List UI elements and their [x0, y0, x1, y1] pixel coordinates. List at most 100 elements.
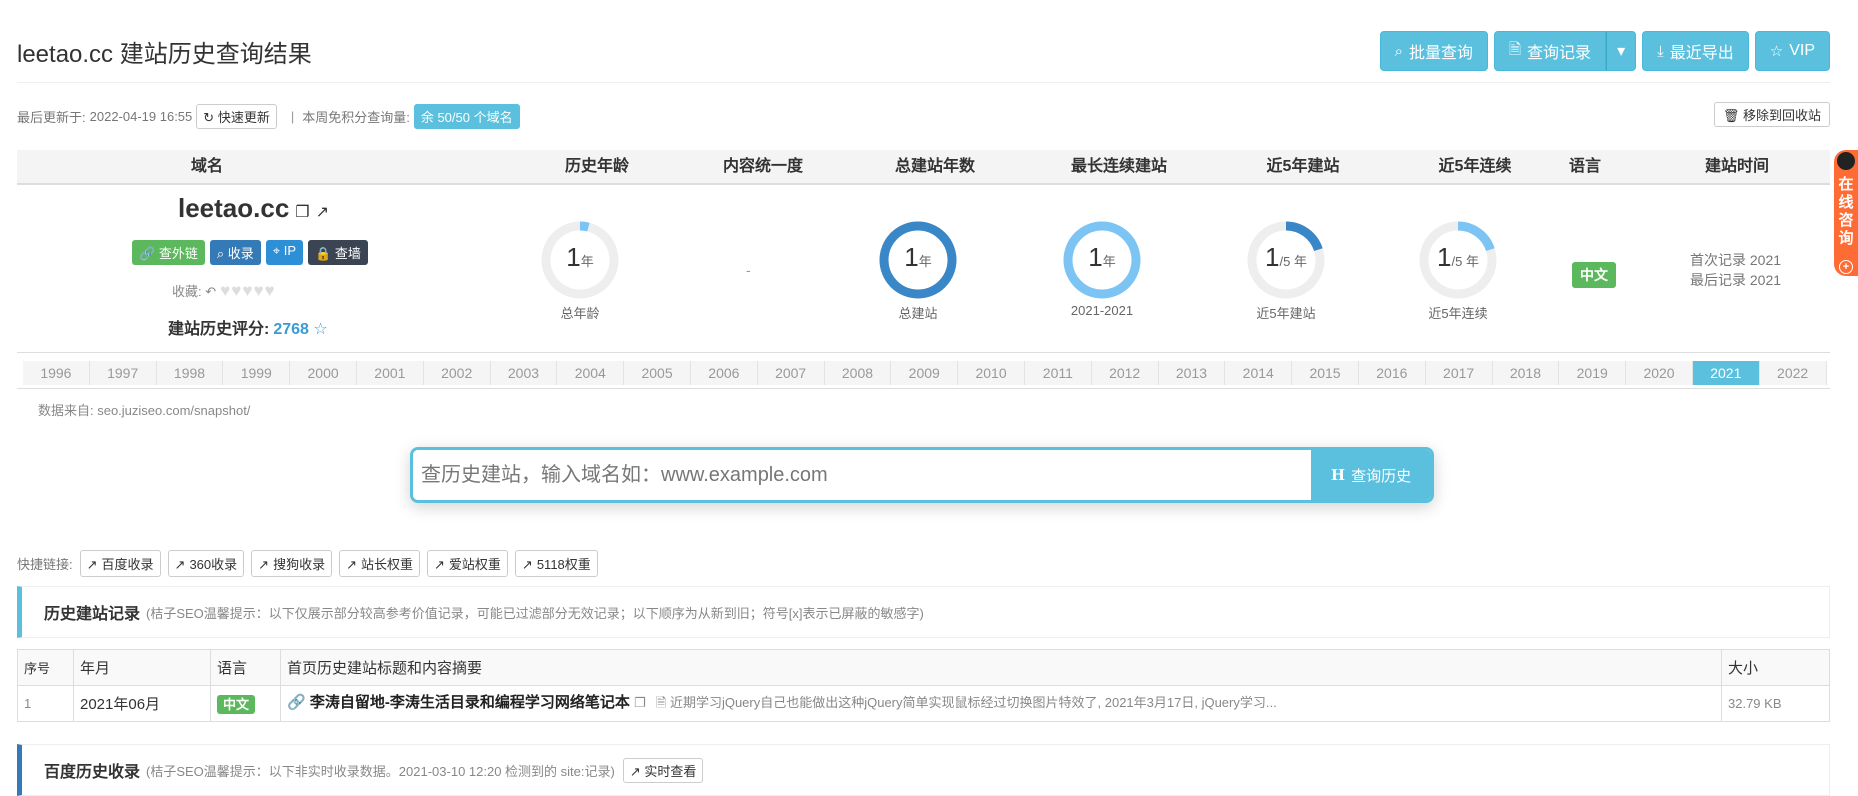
search-icon: ⌕ [1394, 42, 1403, 60]
year-2018[interactable]: 2018 [1492, 361, 1560, 385]
tag-indexed[interactable]: ⌕ 收录 [209, 240, 261, 265]
quick-link-360[interactable]: ↗ 360收录 [167, 550, 245, 577]
external-link-icon: ↗ [521, 557, 533, 572]
year-2002[interactable]: 2002 [423, 361, 491, 385]
header-total-years: 总建站年数 [894, 158, 975, 175]
search-icon: ⌕ [216, 246, 225, 261]
caption-total-years: 总建站 [898, 306, 938, 321]
qq-icon [1837, 152, 1855, 170]
year-1997[interactable]: 1997 [89, 361, 157, 385]
build-time: 首次记录 2021 最后记录 2021 [1690, 250, 1781, 290]
year-2009[interactable]: 2009 [891, 361, 959, 385]
vip-button[interactable]: ☆ VIP [1754, 31, 1830, 71]
query-records-button[interactable]: 🗎 查询记录 [1493, 31, 1607, 71]
year-2011[interactable]: 2011 [1024, 361, 1092, 385]
recycle-button[interactable]: 🗑 移除到回收站 [1713, 102, 1830, 127]
year-2007[interactable]: 2007 [757, 361, 825, 385]
realtime-view-button[interactable]: ↗ 实时查看 [622, 757, 704, 783]
donut-history-age: 1年 [540, 220, 620, 300]
year-2000[interactable]: 2000 [290, 361, 357, 385]
donut-recent5-cont: 1/5 年 [1418, 220, 1498, 300]
domain-search-input[interactable] [413, 450, 1311, 500]
pin-icon: ⌖ [272, 243, 281, 258]
donut-value: 1年 [904, 242, 932, 272]
tag-backlinks[interactable]: 🔗 查外链 [132, 240, 205, 265]
external-link-icon: ↗ [629, 763, 641, 779]
col-month: 年月 [73, 649, 211, 686]
year-2021[interactable]: 2021 [1692, 361, 1760, 385]
recent-export-button[interactable]: ⤓ 最近导出 [1642, 31, 1749, 71]
year-1996[interactable]: 1996 [23, 361, 90, 385]
query-records-group: 🗎 查询记录 ▾ [1493, 31, 1637, 71]
external-link-icon: ↗ [86, 557, 98, 572]
external-link-icon[interactable]: ↗ [316, 204, 329, 221]
year-2019[interactable]: 2019 [1559, 361, 1627, 385]
undo-icon[interactable]: ↶ [205, 284, 216, 299]
caret-down-icon: ▾ [1617, 43, 1626, 60]
year-2020[interactable]: 2020 [1626, 361, 1693, 385]
copy-icon[interactable]: ❐ [295, 204, 309, 221]
download-icon: ⤓ [1657, 42, 1664, 60]
query-history-button[interactable]: H 查询历史 [1311, 450, 1431, 500]
header-longest: 最长连续建站 [1070, 158, 1167, 175]
quick-link-aizhan[interactable]: ↗ 爱站权重 [427, 550, 508, 577]
plus-icon: + [1839, 260, 1853, 274]
star-outline-icon[interactable]: ☆ [313, 321, 327, 338]
score-value: 2768 [273, 321, 309, 338]
year-2004[interactable]: 2004 [557, 361, 625, 385]
year-2016[interactable]: 2016 [1358, 361, 1426, 385]
row-title[interactable]: 李涛自留地-李涛生活目录和编程学习网络笔记本 [310, 694, 630, 711]
donut-value: 1/5 年 [1437, 242, 1479, 272]
header-recent5: 近5年建站 [1266, 158, 1340, 175]
quick-link-baidu[interactable]: ↗ 百度收录 [79, 550, 161, 577]
trash-icon: 🗑 [1722, 108, 1740, 123]
quick-link-sogou[interactable]: ↗ 搜狗收录 [251, 550, 333, 577]
tag-wall[interactable]: 🔒 查墙 [308, 240, 368, 265]
quick-link-zhanzhang[interactable]: ↗ 站长权重 [339, 550, 420, 577]
header-recent5-cont: 近5年连续 [1438, 158, 1512, 175]
link-icon: 🔗 [287, 694, 306, 711]
lock-icon: 🔒 [315, 246, 332, 261]
page-title: leetao.cc 建站历史查询结果 [17, 41, 312, 68]
year-2010[interactable]: 2010 [958, 361, 1025, 385]
year-2005[interactable]: 2005 [624, 361, 691, 385]
query-records-dropdown[interactable]: ▾ [1606, 31, 1637, 71]
year-2008[interactable]: 2008 [824, 361, 892, 385]
row-index: 1 [17, 685, 74, 722]
year-2006[interactable]: 2006 [690, 361, 758, 385]
year-2012[interactable]: 2012 [1091, 361, 1159, 385]
separator: | [290, 109, 295, 124]
online-consult-widget[interactable]: 在线咨询 + [1834, 150, 1858, 276]
link-icon: 🔗 [139, 246, 156, 261]
year-2001[interactable]: 2001 [356, 361, 424, 385]
year-1998[interactable]: 1998 [156, 361, 224, 385]
year-timeline: 1996 1997 1998 1999 2000 2001 2002 2003 2004 2005… [23, 361, 1827, 385]
year-2017[interactable]: 2017 [1425, 361, 1493, 385]
year-2013[interactable]: 2013 [1158, 361, 1226, 385]
year-1999[interactable]: 1999 [223, 361, 291, 385]
batch-query-button[interactable]: ⌕ 批量查询 [1379, 31, 1488, 71]
tag-ip[interactable]: ⌖ IP [265, 240, 303, 265]
year-2022[interactable]: 2022 [1759, 361, 1827, 385]
donut-value: 1年 [1088, 242, 1116, 272]
col-lang: 语言 [210, 649, 281, 686]
col-index: 序号 [17, 649, 74, 686]
donut-total-years: 1年 [878, 220, 958, 300]
language-badge: 中文 [1572, 262, 1616, 288]
quick-link-5118[interactable]: ↗ 5118权重 [514, 550, 598, 577]
meta-bar: 最后更新于: 2022-04-19 16:55 ↻ 快速更新 | 本周免积分查询… [17, 104, 520, 129]
year-2003[interactable]: 2003 [490, 361, 558, 385]
year-2015[interactable]: 2015 [1292, 361, 1359, 385]
quick-update-button[interactable]: ↻ 快速更新 [196, 104, 277, 129]
header-history-age: 历史年龄 [564, 158, 629, 175]
table-header-row: 序号 年月 语言 首页历史建站标题和内容摘要 大小 [17, 649, 1830, 686]
weekly-label: 本周免积分查询量: [302, 110, 410, 125]
quick-links-label: 快捷链接: [17, 557, 73, 572]
row-month: 2021年06月 [73, 685, 211, 722]
quick-links: 快捷链接: ↗ 百度收录 ↗ 360收录 ↗ 搜狗收录 ↗ 站长权重 ↗ 爱站权重 ↗ 51… [17, 550, 598, 577]
year-2014[interactable]: 2014 [1225, 361, 1293, 385]
heart-rating[interactable]: ♥♥♥♥♥ [220, 281, 275, 300]
favorites: 收藏: ↶ ♥♥♥♥♥ [172, 281, 276, 300]
history-score: 建站历史评分: 2768 ☆ [168, 321, 328, 338]
copy-icon[interactable]: ❐ [634, 695, 646, 710]
